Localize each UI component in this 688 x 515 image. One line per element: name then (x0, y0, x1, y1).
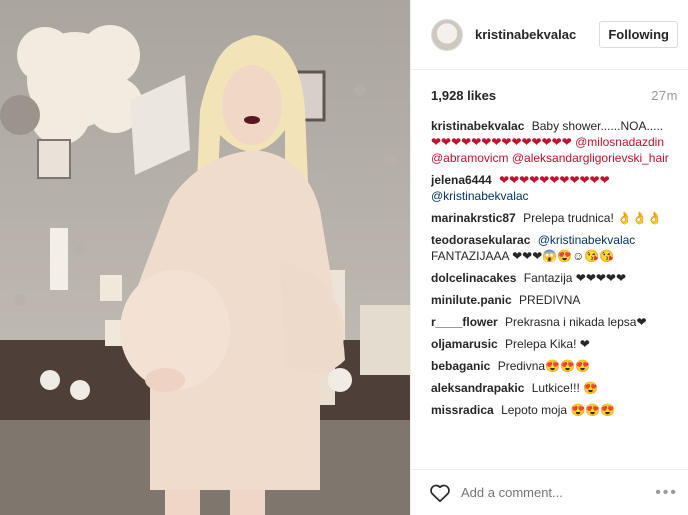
comment-mention[interactable]: @kristinabekvalac (431, 188, 678, 204)
comment-text: Predivna😍😍😍 (497, 359, 590, 373)
comment-text: Baby shower......NOA..... (531, 119, 664, 133)
comment-username[interactable]: bebaganic (431, 359, 490, 373)
list-item: kristinabekvalac Baby shower......NOA...… (431, 118, 678, 166)
comment-username[interactable]: marinakrstic87 (431, 211, 516, 225)
comment-text: Prelepa trudnica! 👌👌👌 (523, 211, 662, 225)
comment-text: Lepoto moja 😍😍😍 (501, 403, 616, 417)
comment-username[interactable]: r____flower (431, 315, 498, 329)
photo-illustration (0, 0, 410, 515)
comment-username[interactable]: dolcelinacakes (431, 271, 516, 285)
comment-username[interactable]: aleksandrapakic (431, 381, 524, 395)
comment-text: ❤❤❤❤❤❤❤❤❤❤❤ (499, 173, 610, 187)
comment-mention[interactable]: @kristinabekvalac (538, 233, 636, 247)
comment-text: ❤❤❤❤❤❤❤❤❤❤❤❤❤❤ @milosnadazdin @abramovic… (431, 135, 669, 165)
list-item: jelena6444 ❤❤❤❤❤❤❤❤❤❤❤ @kristinabekvalac (431, 172, 678, 204)
post-photo[interactable] (0, 0, 410, 515)
comment-username[interactable]: oljamarusic (431, 337, 498, 351)
avatar[interactable] (431, 18, 463, 51)
like-heart-icon[interactable] (429, 482, 451, 504)
post-stats: 1,928 likes 27m (411, 70, 688, 103)
list-item: r____flower Prekrasna i nikada lepsa❤ (431, 314, 678, 330)
post-sidebar: kristinabekvalac Following 1,928 likes 2… (410, 0, 688, 515)
list-item: dolcelinacakes Fantazija ❤❤❤❤❤ (431, 270, 678, 286)
list-item: minilute.panic PREDIVNA (431, 292, 678, 308)
comment-text: Prelepa Kika! ❤ (505, 337, 590, 351)
comment-username[interactable]: minilute.panic (431, 293, 512, 307)
comment-text: Prekrasna i nikada lepsa❤ (505, 315, 647, 329)
list-item: bebaganic Predivna😍😍😍 (431, 358, 678, 374)
list-item: oljamarusic Prelepa Kika! ❤ (431, 336, 678, 352)
list-item: aleksandrapakic Lutkice!!! 😍 (431, 380, 678, 396)
comment-text: Lutkice!!! 😍 (531, 381, 599, 395)
comment-username[interactable]: missradica (431, 403, 494, 417)
list-item: missradica Lepoto moja 😍😍😍 (431, 402, 678, 418)
post-time[interactable]: 27m (651, 88, 678, 103)
following-button[interactable]: Following (599, 21, 678, 48)
comment-username[interactable]: jelena6444 (431, 173, 492, 187)
list-item: marinakrstic87 Prelepa trudnica! 👌👌👌 (431, 210, 678, 226)
comment-text: PREDIVNA (519, 293, 581, 307)
post-header: kristinabekvalac Following (411, 0, 688, 70)
comment-footer: ••• (411, 469, 688, 515)
comments-list[interactable]: kristinabekvalac Baby shower......NOA...… (431, 118, 678, 465)
comment-text: FANTAZIJAAA ❤❤❤😱😍☺😘😘 (431, 249, 615, 263)
list-item: teodorasekularac @kristinabekvalac FANTA… (431, 232, 678, 264)
comment-username[interactable]: kristinabekvalac (431, 119, 524, 133)
post-author[interactable]: kristinabekvalac (475, 27, 599, 42)
comment-text: Fantazija ❤❤❤❤❤ (523, 271, 627, 285)
likes-count[interactable]: 1,928 likes (431, 88, 496, 103)
comment-username[interactable]: teodorasekularac (431, 233, 530, 247)
comment-input[interactable] (461, 485, 656, 500)
more-options-icon[interactable]: ••• (655, 484, 678, 502)
